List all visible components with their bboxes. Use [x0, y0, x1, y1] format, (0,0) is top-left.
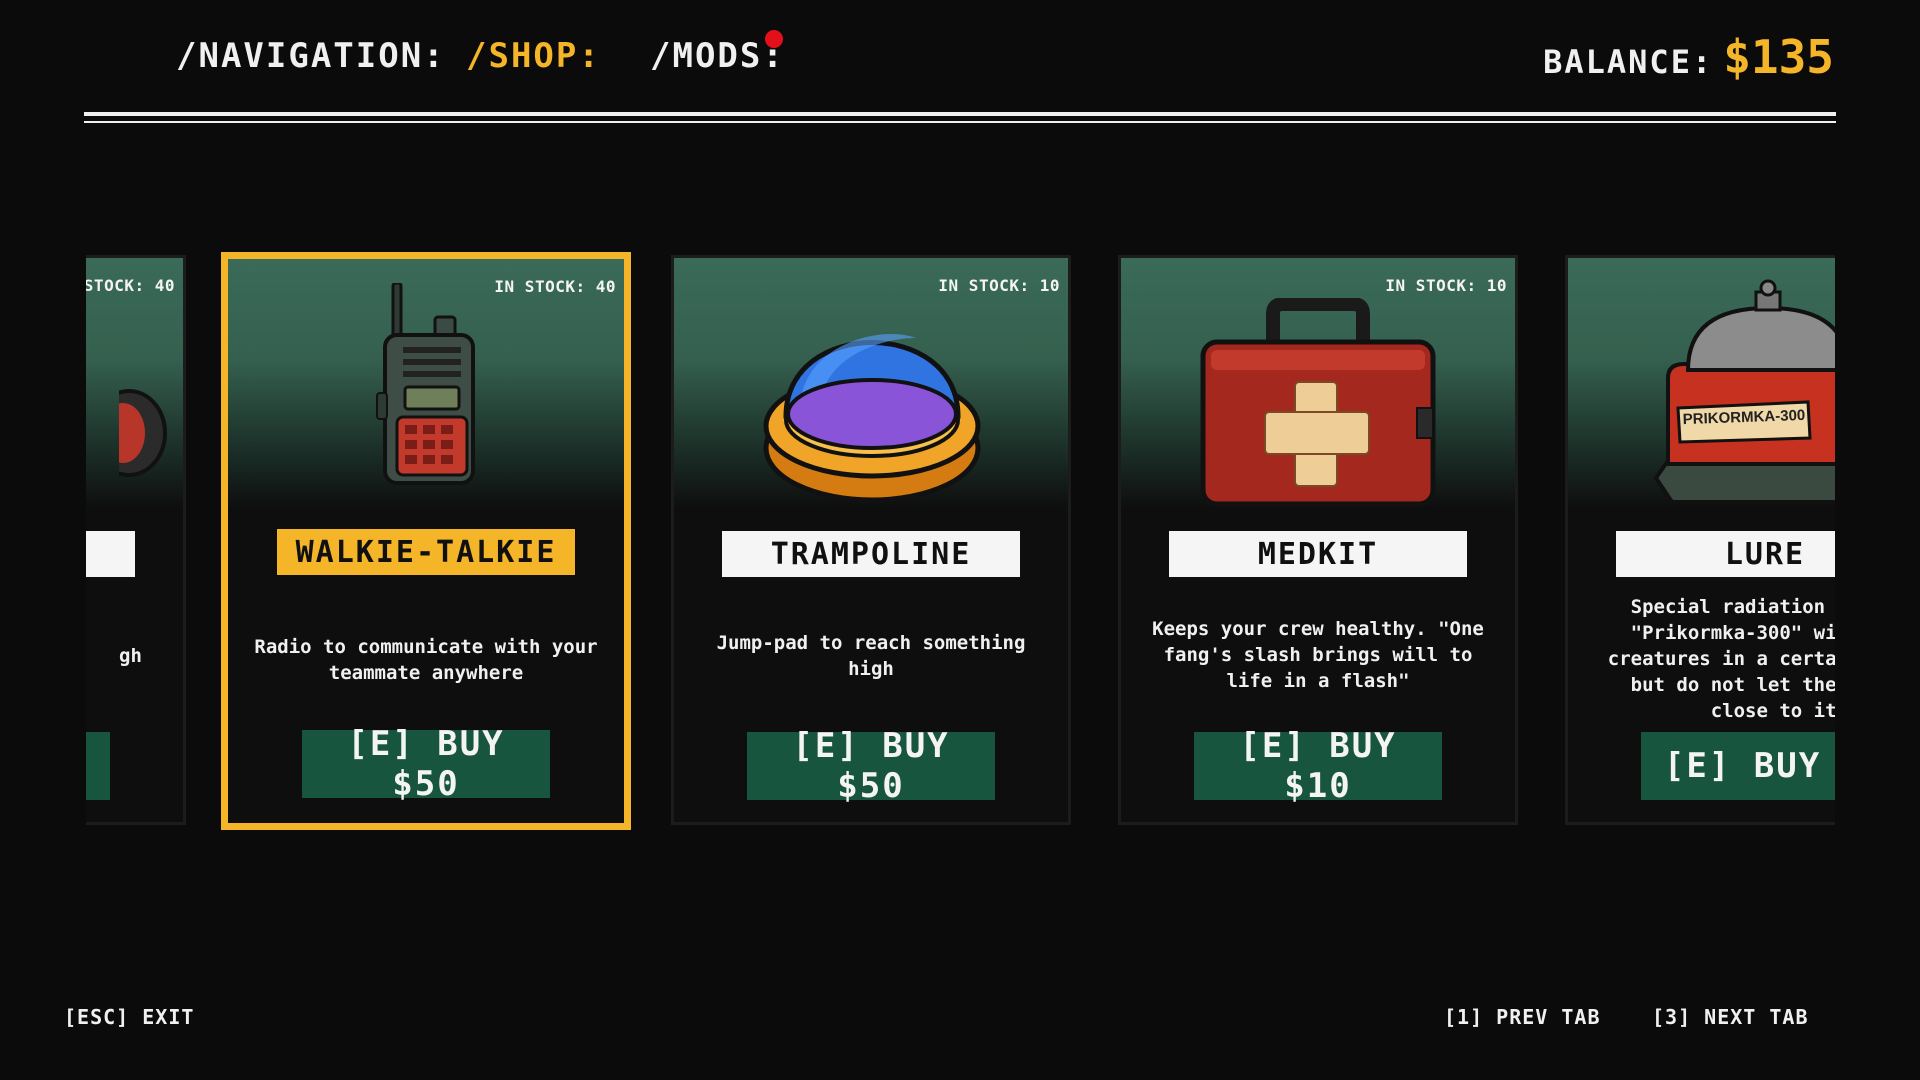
item-description: gh [119, 645, 142, 667]
shop-item-card[interactable]: IN STOCK: 10 MEDKIT Keeps your crew heal… [1118, 255, 1518, 825]
item-name-plate: WALKIE-TALKIE [277, 529, 575, 575]
lure-device-icon: PRIKORMKA-300 [1648, 278, 1835, 508]
tab-shop[interactable]: /SHOP: [466, 36, 601, 76]
buy-button[interactable] [86, 732, 110, 800]
buy-button[interactable]: [E] BUY $ [1641, 732, 1835, 800]
shop-carousel: STOCK: 40 gh IN STOCK: 40 WALKIE-TALKIE … [86, 252, 1835, 832]
balance-display: BALANCE: $135 [1543, 30, 1834, 84]
item-name-plate: TRAMPOLINE [722, 531, 1020, 577]
stock-label: IN STOCK: 40 [494, 277, 616, 296]
item-description: Radio to communicate with your teammate … [254, 636, 598, 684]
item-name-plate: LURE [1616, 531, 1835, 577]
shop-item-card[interactable]: IN STOCK: 10 TRAMPOLINE Jump-pad to reac… [671, 255, 1071, 825]
partial-item-icon [119, 389, 167, 477]
stock-label: IN STOCK: 10 [938, 276, 1060, 295]
item-name-plate [86, 531, 135, 577]
item-description: Special radiation c "Prikormka-300" wil … [1607, 596, 1835, 722]
next-tab-hint[interactable]: [3] NEXT TAB [1652, 1005, 1809, 1029]
stock-label: STOCK: 40 [86, 276, 175, 295]
item-description: Jump-pad to reach something high [716, 632, 1026, 680]
item-name-plate: MEDKIT [1169, 531, 1467, 577]
buy-button[interactable]: [E] BUY $50 [302, 724, 550, 804]
buy-button[interactable]: [E] BUY $10 [1194, 726, 1442, 806]
item-description: Keeps your crew healthy. "One fang's sla… [1152, 618, 1484, 692]
header-divider-thin [84, 121, 1836, 123]
exit-hint[interactable]: [ESC] EXIT [64, 1005, 194, 1029]
header-divider [84, 112, 1836, 116]
shop-item-card-selected[interactable]: IN STOCK: 40 WALKIE-TALKIE Radio to comm… [221, 252, 631, 830]
buy-button[interactable]: [E] BUY $50 [747, 726, 995, 806]
trampoline-icon [763, 333, 981, 503]
prev-tab-hint[interactable]: [1] PREV TAB [1444, 1005, 1601, 1029]
medkit-icon [1200, 298, 1436, 507]
stock-label: IN STOCK: 10 [1385, 276, 1507, 295]
shop-screen: /NAVIGATION: /SHOP: /MODS: BALANCE: $135… [0, 0, 1920, 1080]
balance-value: $135 [1723, 30, 1834, 84]
shop-item-card[interactable]: PRIKORMKA-300 LURE Special radiation c "… [1565, 255, 1835, 825]
walkie-talkie-icon [376, 283, 475, 485]
shop-item-card[interactable]: STOCK: 40 gh [86, 255, 186, 825]
balance-label: BALANCE: [1543, 43, 1714, 81]
mods-notification-dot [765, 30, 783, 48]
tab-navigation[interactable]: /NAVIGATION: [176, 36, 446, 76]
